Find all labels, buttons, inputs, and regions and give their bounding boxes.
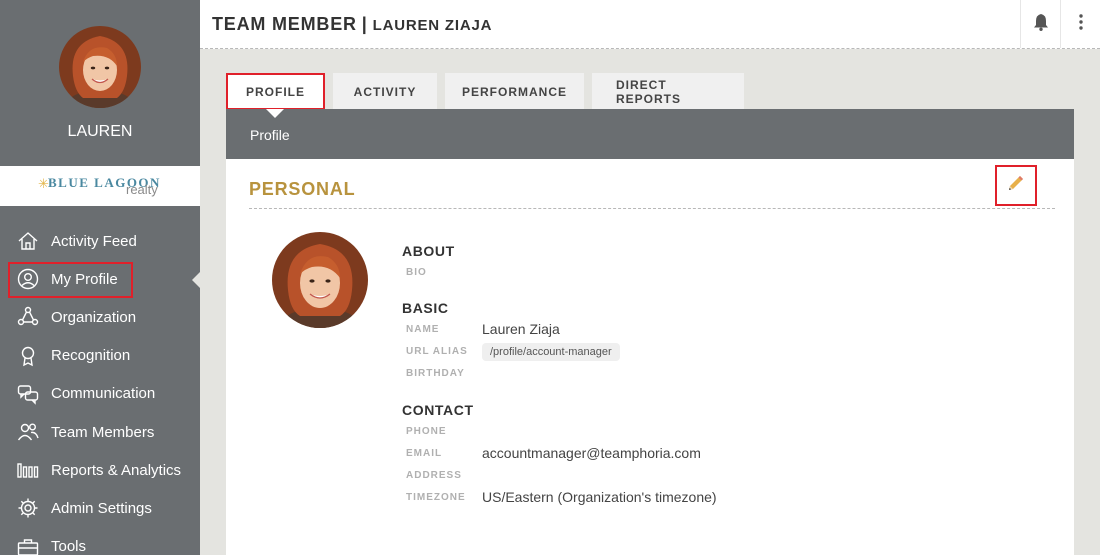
active-pointer [192,272,200,289]
sub-header-label: Profile [250,127,290,143]
tab-label: ACTIVITY [353,84,417,99]
avatar[interactable] [59,26,141,108]
top-actions [1020,0,1100,48]
url-alias-chip[interactable]: /profile/account-manager [482,343,620,361]
sidebar-item-communication[interactable]: Communication [0,375,200,413]
about-heading: ABOUT [402,243,455,259]
sidebar-item-admin-settings[interactable]: Admin Settings [0,489,200,527]
tab-profile[interactable]: PROFILE [226,73,325,110]
page-title-subtitle: LAUREN ZIAJA [372,17,493,34]
sidebar-item-label: Recognition [51,347,131,365]
bio-label: BIO [406,267,427,278]
sidebar-user-name: LAUREN [67,123,133,140]
sidebar-nav: Activity Feed My Profile Organization Re… [0,222,200,555]
title-separator: | [361,14,368,34]
sidebar-item-label: Tools [51,538,87,555]
home-icon [16,229,40,253]
highlight-box [8,262,133,299]
more-vertical-icon [1078,13,1083,35]
profile-photo[interactable] [272,232,368,328]
tab-bar: PROFILE ACTIVITY PERFORMANCE DIRECT REPO… [226,73,752,110]
award-ribbon-icon [16,344,40,368]
name-label: NAME [406,324,440,335]
contact-heading: CONTACT [402,402,474,418]
chat-bubbles-icon [16,382,40,406]
highlight-box [226,73,325,110]
people-icon [16,420,40,444]
sidebar-item-my-profile[interactable]: My Profile [0,260,200,299]
tab-direct-reports[interactable]: DIRECT REPORTS [592,73,744,110]
tab-activity[interactable]: ACTIVITY [333,73,437,110]
email-value[interactable]: accountmanager@teamphoria.com [482,445,701,461]
section-title: PERSONAL [249,179,356,199]
phone-label: PHONE [406,426,447,437]
page-title: TEAM MEMBER | LAUREN ZIAJA [212,14,492,35]
sidebar-item-label: Activity Feed [51,232,137,250]
notifications-button[interactable] [1020,0,1060,48]
sidebar-item-team-members[interactable]: Team Members [0,413,200,451]
basic-heading: BASIC [402,300,449,316]
page-title-main: TEAM MEMBER [212,14,357,34]
sidebar-item-activity-feed[interactable]: Activity Feed [0,222,200,260]
toolbox-icon [16,535,40,555]
sidebar-item-reports-analytics[interactable]: Reports & Analytics [0,451,200,489]
sidebar-item-label: Team Members [51,423,155,441]
content-panel: Profile PERSONAL ABOUT BIO BASIC NAME La… [226,109,1074,555]
tab-label: DIRECT REPORTS [616,77,682,106]
sidebar-item-organization[interactable]: Organization [0,298,200,336]
pencil-icon [1007,174,1025,197]
tab-performance[interactable]: PERFORMANCE [445,73,584,110]
sidebar-item-label: Organization [51,308,137,326]
more-options-button[interactable] [1060,0,1100,48]
sidebar-profile: LAUREN [0,0,200,166]
tab-label: PERFORMANCE [462,84,568,99]
address-label: ADDRESS [406,470,462,481]
sub-header-bar: Profile [226,109,1074,159]
gear-icon [16,496,40,520]
section-header: PERSONAL [249,165,1055,209]
url-alias-label: URL ALIAS [406,346,468,357]
edit-button[interactable] [995,165,1037,206]
caret-down-icon [266,109,284,118]
org-network-icon [16,305,40,329]
sidebar-item-label: Communication [51,385,156,403]
sidebar-item-recognition[interactable]: Recognition [0,337,200,375]
timezone-label: TIMEZONE [406,492,466,503]
email-label: EMAIL [406,448,443,459]
brand-logo[interactable]: ✳ BLUE LAGOON realty [0,166,200,206]
timezone-value: US/Eastern (Organization's timezone) [482,489,717,505]
bell-icon [1033,13,1049,36]
brand-sub: realty [126,182,158,197]
sidebar-item-label: Reports & Analytics [51,461,182,479]
sidebar-item-label: Admin Settings [51,499,152,517]
sidebar-item-tools[interactable]: Tools [0,528,200,555]
bars-icon [16,458,40,482]
sidebar: LAUREN ✳ BLUE LAGOON realty Activity Fee… [0,0,200,555]
name-value: Lauren Ziaja [482,321,560,337]
top-bar: TEAM MEMBER | LAUREN ZIAJA [200,0,1100,49]
birthday-label: BIRTHDAY [406,368,465,379]
